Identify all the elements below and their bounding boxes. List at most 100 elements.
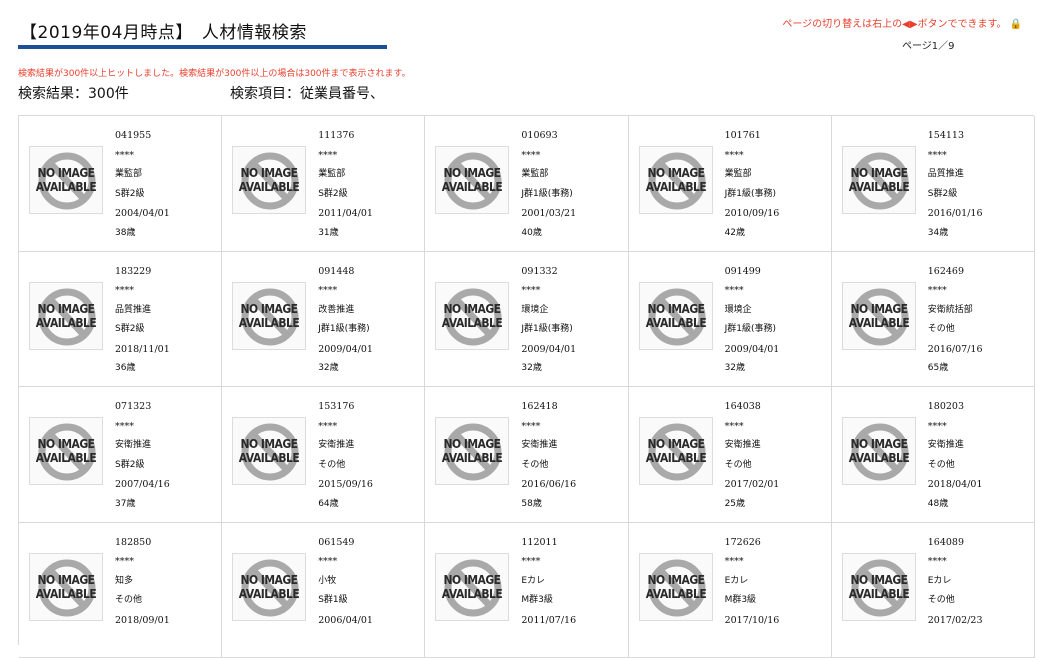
- employee-age: 65歳: [928, 359, 983, 379]
- employee-age: 48歳: [928, 495, 983, 515]
- employee-age: 64歳: [318, 495, 373, 515]
- employee-age: 38歳: [115, 224, 170, 244]
- employee-photo[interactable]: NO IMAGEAVAILABLE: [842, 417, 916, 485]
- employee-department: 業監部: [318, 165, 373, 185]
- employee-photo[interactable]: NO IMAGEAVAILABLE: [29, 282, 103, 350]
- employee-card[interactable]: NO IMAGEAVAILABLE172626****EカレM群3級2017/1…: [629, 523, 832, 658]
- employee-photo[interactable]: NO IMAGEAVAILABLE: [29, 146, 103, 214]
- employee-info: 071323****安衛推進S群2級2007/04/1637歳: [115, 397, 170, 514]
- no-image-text: AVAILABLE: [848, 316, 910, 330]
- employee-department: 安衛推進: [725, 436, 780, 456]
- employee-name: ****: [725, 417, 780, 437]
- employee-card[interactable]: NO IMAGEAVAILABLE183229****品質推進S群2級2018/…: [19, 252, 222, 388]
- employee-name: ****: [521, 146, 576, 166]
- employee-info: 180203****安衛推進その他2018/04/0148歳: [928, 397, 983, 514]
- employee-name: ****: [115, 552, 170, 572]
- search-fields-label: 検索項目：従業員番号、: [230, 83, 384, 103]
- page-indicator: ページ1／9: [902, 37, 955, 52]
- employee-department: 安衛推進: [928, 436, 983, 456]
- no-image-text: AVAILABLE: [645, 180, 707, 194]
- employee-photo[interactable]: NO IMAGEAVAILABLE: [639, 282, 713, 350]
- employee-card[interactable]: NO IMAGEAVAILABLE071323****安衛推進S群2級2007/…: [19, 387, 222, 523]
- no-image-text: AVAILABLE: [238, 180, 300, 194]
- lock-icon: 🔒: [1010, 19, 1022, 30]
- employee-age: 36歳: [115, 359, 170, 379]
- employee-info: 164038****安衛推進その他2017/02/0125歳: [725, 397, 780, 514]
- employee-card[interactable]: NO IMAGEAVAILABLE061549****小牧S群1級2006/04…: [222, 523, 425, 658]
- employee-info: 154113****品質推進S群2級2016/01/1634歳: [928, 126, 983, 243]
- no-image-text: NO IMAGE: [238, 302, 300, 316]
- employee-info: 010693****業監部J群1級(事務)2001/03/2140歳: [521, 126, 576, 243]
- employee-age: 32歳: [725, 359, 780, 379]
- no-image-text: NO IMAGE: [645, 302, 707, 316]
- employee-photo[interactable]: NO IMAGEAVAILABLE: [29, 553, 103, 621]
- employee-grade: その他: [725, 456, 780, 476]
- employee-photo[interactable]: NO IMAGEAVAILABLE: [232, 146, 306, 214]
- employee-hire-date: 2006/04/01: [318, 611, 373, 631]
- employee-age: [725, 630, 780, 650]
- employee-card[interactable]: NO IMAGEAVAILABLE112011****EカレM群3級2011/0…: [425, 523, 628, 658]
- employee-grade: その他: [928, 591, 983, 611]
- employee-age: 37歳: [115, 495, 170, 515]
- no-image-text: NO IMAGE: [35, 573, 97, 587]
- employee-card[interactable]: NO IMAGEAVAILABLE182850****知多その他2018/09/…: [19, 523, 222, 658]
- employee-hire-date: 2017/02/23: [928, 611, 983, 631]
- no-image-text: AVAILABLE: [848, 180, 910, 194]
- employee-photo[interactable]: NO IMAGEAVAILABLE: [639, 417, 713, 485]
- employee-card[interactable]: NO IMAGEAVAILABLE154113****品質推進S群2級2016/…: [832, 116, 1035, 252]
- employee-photo[interactable]: NO IMAGEAVAILABLE: [842, 146, 916, 214]
- employee-photo[interactable]: NO IMAGEAVAILABLE: [435, 282, 509, 350]
- employee-photo[interactable]: NO IMAGEAVAILABLE: [232, 553, 306, 621]
- employee-id: 112011: [521, 533, 576, 553]
- employee-photo[interactable]: NO IMAGEAVAILABLE: [842, 282, 916, 350]
- employee-info: 111376****業監部S群2級2011/04/0131歳: [318, 126, 373, 243]
- page-switch-note: ページの切り替えは右上の◀▶ボタンでできます。🔒: [782, 15, 1022, 30]
- employee-department: 業監部: [115, 165, 170, 185]
- employee-card[interactable]: NO IMAGEAVAILABLE153176****安衛推進その他2015/0…: [222, 387, 425, 523]
- no-image-text: AVAILABLE: [35, 451, 97, 465]
- employee-card[interactable]: NO IMAGEAVAILABLE091499****環境企J群1級(事務)20…: [629, 252, 832, 388]
- employee-card[interactable]: NO IMAGEAVAILABLE091448****改善推進J群1級(事務)2…: [222, 252, 425, 388]
- employee-photo[interactable]: NO IMAGEAVAILABLE: [639, 553, 713, 621]
- employee-card[interactable]: NO IMAGEAVAILABLE164089****Eカレその他2017/02…: [832, 523, 1035, 658]
- employee-id: 041955: [115, 126, 170, 146]
- employee-photo[interactable]: NO IMAGEAVAILABLE: [232, 417, 306, 485]
- employee-hire-date: 2015/09/16: [318, 475, 373, 495]
- employee-info: 041955****業監部S群2級2004/04/0138歳: [115, 126, 170, 243]
- employee-card[interactable]: NO IMAGEAVAILABLE101761****業監部J群1級(事務)20…: [629, 116, 832, 252]
- employee-department: 安衛統括部: [928, 301, 983, 321]
- employee-card[interactable]: NO IMAGEAVAILABLE162418****安衛推進その他2016/0…: [425, 387, 628, 523]
- employee-department: 安衛推進: [115, 436, 170, 456]
- no-image-text: NO IMAGE: [848, 302, 910, 316]
- employee-department: Eカレ: [521, 572, 576, 592]
- employee-grade: S群1級: [318, 591, 373, 611]
- employee-department: 安衛推進: [318, 436, 373, 456]
- employee-photo[interactable]: NO IMAGEAVAILABLE: [29, 417, 103, 485]
- employee-department: 品質推進: [928, 165, 983, 185]
- no-image-text: NO IMAGE: [441, 437, 503, 451]
- employee-hire-date: 2011/07/16: [521, 611, 576, 631]
- employee-id: 010693: [521, 126, 576, 146]
- employee-photo[interactable]: NO IMAGEAVAILABLE: [639, 146, 713, 214]
- employee-card[interactable]: NO IMAGEAVAILABLE010693****業監部J群1級(事務)20…: [425, 116, 628, 252]
- employee-name: ****: [928, 146, 983, 166]
- employee-photo[interactable]: NO IMAGEAVAILABLE: [435, 146, 509, 214]
- employee-photo[interactable]: NO IMAGEAVAILABLE: [435, 417, 509, 485]
- employee-card[interactable]: NO IMAGEAVAILABLE091332****環境企J群1級(事務)20…: [425, 252, 628, 388]
- employee-info: 101761****業監部J群1級(事務)2010/09/1642歳: [725, 126, 780, 243]
- employee-photo[interactable]: NO IMAGEAVAILABLE: [232, 282, 306, 350]
- employee-department: 環境企: [725, 301, 780, 321]
- employee-card[interactable]: NO IMAGEAVAILABLE111376****業監部S群2級2011/0…: [222, 116, 425, 252]
- employee-card[interactable]: NO IMAGEAVAILABLE180203****安衛推進その他2018/0…: [832, 387, 1035, 523]
- employee-department: 環境企: [521, 301, 576, 321]
- employee-card[interactable]: NO IMAGEAVAILABLE164038****安衛推進その他2017/0…: [629, 387, 832, 523]
- employee-hire-date: 2018/09/01: [115, 611, 170, 631]
- employee-hire-date: 2016/01/16: [928, 204, 983, 224]
- employee-card[interactable]: NO IMAGEAVAILABLE162469****安衛統括部その他2016/…: [832, 252, 1035, 388]
- employee-photo[interactable]: NO IMAGEAVAILABLE: [842, 553, 916, 621]
- employee-photo[interactable]: NO IMAGEAVAILABLE: [435, 553, 509, 621]
- no-image-text: NO IMAGE: [645, 573, 707, 587]
- employee-card[interactable]: NO IMAGEAVAILABLE041955****業監部S群2級2004/0…: [19, 116, 222, 252]
- employee-age: 34歳: [928, 224, 983, 244]
- employee-age: 31歳: [318, 224, 373, 244]
